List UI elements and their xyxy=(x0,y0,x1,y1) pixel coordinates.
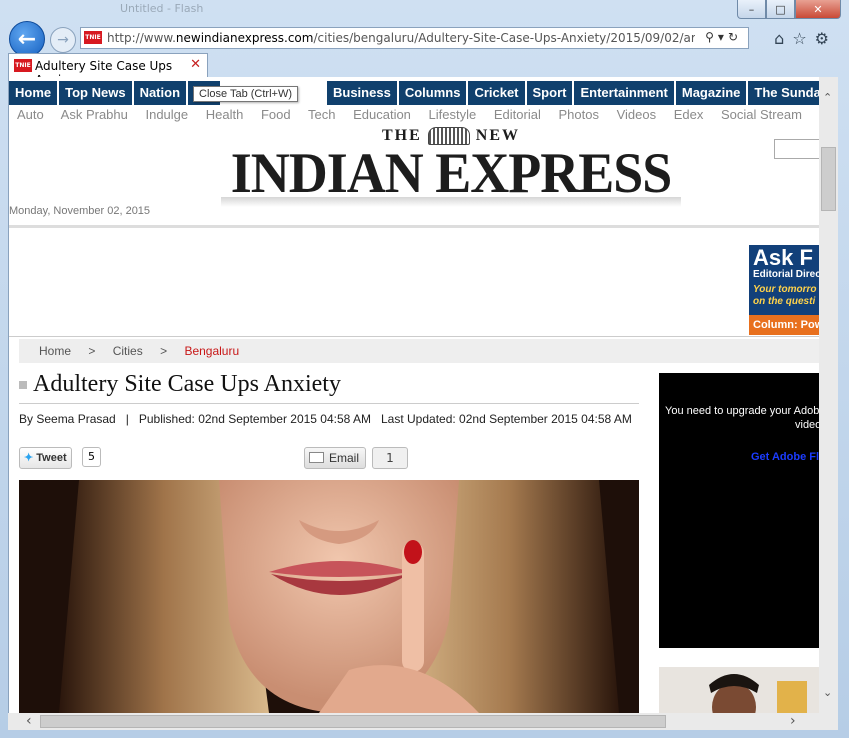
ad-banner[interactable]: Ask F Editorial Direct Your tomorro on th… xyxy=(749,245,820,335)
article-photo xyxy=(19,480,639,713)
vertical-scrollbar[interactable]: ⌃ ⌄ xyxy=(819,77,838,713)
subnav-health[interactable]: Health xyxy=(206,107,244,122)
scroll-down-icon[interactable]: ⌄ xyxy=(823,686,832,699)
back-button[interactable]: ← xyxy=(9,21,45,57)
subnav-tech[interactable]: Tech xyxy=(308,107,335,122)
sidebar-thumbnail[interactable] xyxy=(659,667,820,713)
horizontal-scroll-thumb[interactable] xyxy=(40,715,666,728)
article-photo-illustration xyxy=(19,480,639,713)
address-controls: ⚲▾↻ xyxy=(705,30,742,44)
tab-favicon-icon: TNIE xyxy=(14,59,32,72)
breadcrumb-cities[interactable]: Cities xyxy=(113,344,143,358)
nav-top-news[interactable]: Top News xyxy=(59,81,132,105)
address-bar[interactable]: TNIE http://www.newindianexpress.com/cit… xyxy=(80,27,749,49)
envelope-icon xyxy=(309,452,324,463)
nav-cricket[interactable]: Cricket xyxy=(468,81,525,105)
subnav-editorial[interactable]: Editorial xyxy=(494,107,541,122)
dropdown-icon[interactable]: ▾ xyxy=(718,30,728,44)
get-flash-link[interactable]: Get Adobe Fl xyxy=(751,451,819,463)
current-date: Monday, November 02, 2015 xyxy=(9,205,151,217)
sidebar-thumbnail-image xyxy=(659,667,820,713)
main-nav: Home Top News Nation Wo Business Columns… xyxy=(9,81,820,105)
subnav-indulge[interactable]: Indulge xyxy=(145,107,188,122)
breadcrumb-separator: > xyxy=(160,344,168,358)
horizontal-scrollbar[interactable]: ‹ › xyxy=(8,713,838,730)
bullet-icon xyxy=(19,381,27,390)
email-button[interactable]: Email xyxy=(304,447,367,469)
window-controls: – □ ✕ xyxy=(737,0,841,19)
minimize-button[interactable]: – xyxy=(737,0,766,19)
nav-sunday-standard[interactable]: The Sunday Stan xyxy=(748,81,820,105)
gear-icon[interactable]: ⚙ xyxy=(815,29,837,48)
article-byline: By Seema Prasad | Published: 02nd Septem… xyxy=(19,412,632,426)
tweet-button[interactable]: ✦ Tweet xyxy=(19,447,72,469)
subnav-edex[interactable]: Edex xyxy=(674,107,704,122)
breadcrumb-current[interactable]: Bengaluru xyxy=(184,344,239,358)
close-tab-tooltip: Close Tab (Ctrl+W) xyxy=(193,86,299,102)
ad-tagline: Your tomorro on the questi xyxy=(753,284,817,307)
twitter-bird-icon: ✦ xyxy=(24,452,34,464)
maximize-button[interactable]: □ xyxy=(766,0,795,19)
subnav-photos[interactable]: Photos xyxy=(558,107,598,122)
vertical-scroll-thumb[interactable] xyxy=(821,147,836,211)
nav-business[interactable]: Business xyxy=(327,81,397,105)
site-favicon-icon: TNIE xyxy=(84,31,102,44)
sub-nav: Auto Ask Prabhu Indulge Health Food Tech… xyxy=(17,107,820,122)
breadcrumb-home[interactable]: Home xyxy=(39,344,71,358)
nav-magazine[interactable]: Magazine xyxy=(675,81,747,105)
subnav-lifestyle[interactable]: Lifestyle xyxy=(429,107,477,122)
nav-home[interactable]: Home xyxy=(9,81,58,105)
divider xyxy=(9,225,820,228)
refresh-icon[interactable]: ↻ xyxy=(728,30,742,44)
scroll-left-icon[interactable]: ‹ xyxy=(26,713,32,729)
subnav-social-stream[interactable]: Social Stream xyxy=(721,107,802,122)
browser-tab[interactable]: TNIE Adultery Site Case Ups Anxi... ✕ xyxy=(8,53,208,87)
subnav-education[interactable]: Education xyxy=(353,107,411,122)
flash-message: You need to upgrade your Adob xyxy=(665,405,820,417)
nav-columns[interactable]: Columns xyxy=(398,81,467,105)
subnav-videos[interactable]: Videos xyxy=(617,107,657,122)
divider xyxy=(19,403,639,404)
email-count: 1 xyxy=(372,447,408,469)
flash-message-2: video xyxy=(795,419,820,431)
ad-subline: Editorial Direct xyxy=(753,269,820,280)
article-title: Adultery Site Case Ups Anxiety xyxy=(19,371,341,398)
favorites-star-icon[interactable]: ☆ xyxy=(792,29,814,48)
ad-footer: Column: Pow xyxy=(749,315,820,335)
nav-sport[interactable]: Sport xyxy=(526,81,573,105)
close-window-button[interactable]: ✕ xyxy=(795,0,841,19)
subnav-auto[interactable]: Auto xyxy=(17,107,44,122)
masthead-logo[interactable]: THE NEW INDIAN EXPRESS xyxy=(221,127,681,208)
divider xyxy=(9,336,820,337)
scroll-up-icon[interactable]: ⌃ xyxy=(823,91,832,104)
subnav-food[interactable]: Food xyxy=(261,107,291,122)
breadcrumb: Home > Cities > Bengaluru xyxy=(19,339,820,363)
page-viewport: Home Top News Nation Wo Business Columns… xyxy=(8,77,820,713)
browser-window: Untitled - Flash – □ ✕ ← → TNIE http://w… xyxy=(0,0,849,738)
url-text[interactable]: http://www.newindianexpress.com/cities/b… xyxy=(107,31,695,45)
nav-nation[interactable]: Nation xyxy=(133,81,187,105)
subnav-ask-prabhu[interactable]: Ask Prabhu xyxy=(61,107,128,122)
window-title: Untitled - Flash xyxy=(120,2,204,15)
home-icon[interactable]: ⌂ xyxy=(774,29,792,48)
close-tab-icon[interactable]: ✕ xyxy=(190,57,201,72)
site-search-input[interactable] xyxy=(774,139,820,159)
flash-video-player[interactable]: You need to upgrade your Adob video Get … xyxy=(659,373,820,648)
masthead-reflection xyxy=(221,197,681,208)
masthead-name: INDIAN EXPRESS xyxy=(230,141,673,205)
toolbar-icons: ⌂☆⚙ xyxy=(774,29,837,48)
scroll-right-icon[interactable]: › xyxy=(790,713,796,729)
ad-headline: Ask F xyxy=(753,245,813,270)
forward-button[interactable]: → xyxy=(50,27,76,53)
search-icon[interactable]: ⚲ xyxy=(705,30,718,44)
tweet-count: 5 xyxy=(82,447,101,467)
breadcrumb-separator: > xyxy=(88,344,96,358)
nav-entertainment[interactable]: Entertainment xyxy=(574,81,674,105)
